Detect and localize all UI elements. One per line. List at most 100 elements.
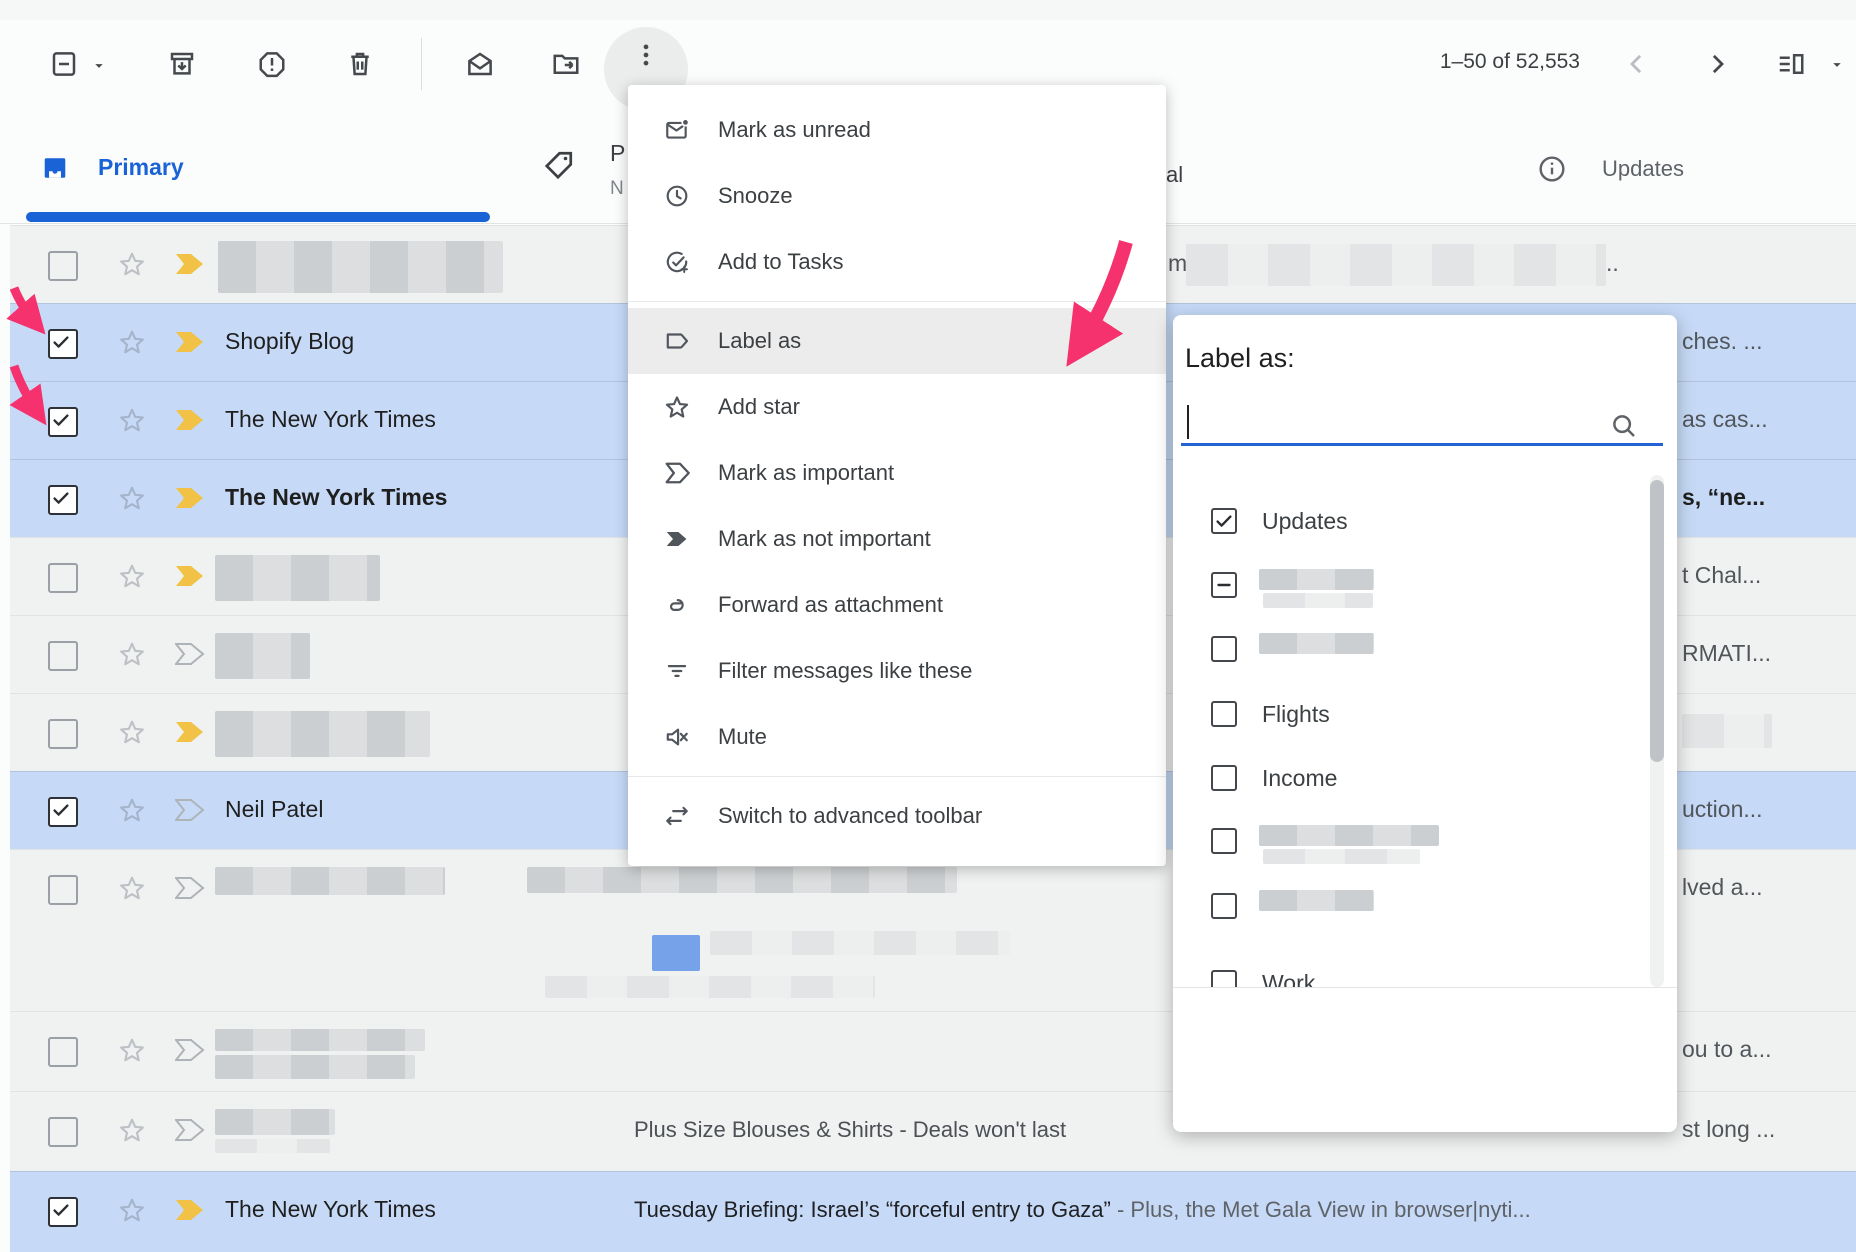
label-option-income[interactable]: Income bbox=[1173, 752, 1677, 804]
row-checkbox[interactable] bbox=[48, 1037, 78, 1067]
tab-promotions-subtext-fragment: N bbox=[610, 178, 624, 200]
importance-marker-icon[interactable] bbox=[175, 1199, 205, 1221]
row-checkbox[interactable] bbox=[48, 1197, 78, 1227]
menu-item-mark-as-unread[interactable]: Mark as unread bbox=[628, 97, 1166, 163]
delete-button[interactable] bbox=[345, 49, 375, 79]
label-option-blurred-1[interactable] bbox=[1173, 559, 1677, 611]
star-icon[interactable] bbox=[118, 640, 146, 668]
importance-marker-icon[interactable] bbox=[175, 799, 205, 821]
tab-updates[interactable]: Updates bbox=[1602, 156, 1684, 182]
importance-marker-icon[interactable] bbox=[175, 565, 205, 587]
blurred-text bbox=[215, 1029, 425, 1051]
star-icon[interactable] bbox=[118, 328, 146, 356]
blurred-image-thumb bbox=[652, 935, 700, 971]
label-list-scrollbar-thumb[interactable] bbox=[1650, 480, 1664, 762]
row-checkbox[interactable] bbox=[48, 641, 78, 671]
importance-marker-icon[interactable] bbox=[175, 721, 205, 743]
row-checkbox[interactable] bbox=[48, 251, 78, 281]
star-icon[interactable] bbox=[118, 1036, 146, 1064]
row-checkbox[interactable] bbox=[48, 797, 78, 827]
star-icon[interactable] bbox=[118, 1196, 146, 1224]
label-option-flights[interactable]: Flights bbox=[1173, 688, 1677, 740]
select-all-checkbox[interactable] bbox=[49, 49, 79, 79]
label-checkbox-checked[interactable] bbox=[1211, 508, 1237, 534]
subject-fragment: .. bbox=[1606, 250, 1619, 277]
row-checkbox[interactable] bbox=[48, 329, 78, 359]
menu-item-mark-as-not-important[interactable]: Mark as not important bbox=[628, 506, 1166, 572]
blurred-text bbox=[527, 867, 957, 893]
menu-item-filter-messages-like-these[interactable]: Filter messages like these bbox=[628, 638, 1166, 704]
row-checkbox[interactable] bbox=[48, 563, 78, 593]
pagination-count: 1–50 of 52,553 bbox=[1330, 50, 1580, 74]
menu-item-label-as[interactable]: Label as bbox=[628, 308, 1166, 374]
importance-marker-icon[interactable] bbox=[175, 331, 205, 353]
importance-marker-icon[interactable] bbox=[175, 877, 205, 899]
menu-item-mark-as-important[interactable]: Mark as important bbox=[628, 440, 1166, 506]
star-icon[interactable] bbox=[118, 874, 146, 902]
menu-item-mute[interactable]: Mute bbox=[628, 704, 1166, 770]
row-checkbox[interactable] bbox=[48, 1117, 78, 1147]
more-options-button[interactable] bbox=[631, 40, 661, 70]
switch-toolbar-icon bbox=[664, 803, 690, 829]
move-to-button[interactable] bbox=[551, 49, 581, 79]
star-icon[interactable] bbox=[118, 796, 146, 824]
label-checkbox-indeterminate[interactable] bbox=[1211, 572, 1237, 598]
label-checkbox-unchecked[interactable] bbox=[1211, 636, 1237, 662]
row-checkbox[interactable] bbox=[48, 719, 78, 749]
subject-fragment: RMATI... bbox=[1682, 640, 1771, 667]
menu-item-label: Mark as important bbox=[718, 460, 894, 486]
older-page-button[interactable] bbox=[1702, 49, 1732, 79]
blurred-text bbox=[215, 867, 445, 895]
menu-item-forward-as-attachment[interactable]: Forward as attachment bbox=[628, 572, 1166, 638]
label-option-blurred-5[interactable] bbox=[1173, 815, 1677, 867]
importance-marker-icon[interactable] bbox=[175, 1039, 205, 1061]
star-icon[interactable] bbox=[118, 484, 146, 512]
row-checkbox[interactable] bbox=[48, 485, 78, 515]
star-icon[interactable] bbox=[118, 1116, 146, 1144]
star-icon[interactable] bbox=[118, 562, 146, 590]
add-to-tasks-icon bbox=[664, 249, 690, 275]
label-checkbox-unchecked[interactable] bbox=[1211, 765, 1237, 791]
newer-page-button[interactable] bbox=[1622, 49, 1652, 79]
report-spam-button[interactable] bbox=[257, 49, 287, 79]
label-checkbox-unchecked[interactable] bbox=[1211, 701, 1237, 727]
menu-item-add-star[interactable]: Add star bbox=[628, 374, 1166, 440]
row-checkbox[interactable] bbox=[48, 407, 78, 437]
search-input[interactable] bbox=[1181, 443, 1663, 446]
select-caret-icon[interactable] bbox=[90, 57, 108, 75]
label-option-blurred-2[interactable] bbox=[1173, 623, 1677, 675]
menu-item-label: Filter messages like these bbox=[718, 658, 972, 684]
archive-button[interactable] bbox=[167, 49, 197, 79]
tab-social-fragment[interactable]: al bbox=[1166, 162, 1183, 188]
tab-promotions-fragment[interactable]: P bbox=[610, 140, 625, 167]
menu-item-switch-to-advanced-toolbar[interactable]: Switch to advanced toolbar bbox=[628, 783, 1166, 849]
tab-primary[interactable]: Primary bbox=[98, 154, 184, 181]
importance-marker-icon[interactable] bbox=[175, 643, 205, 665]
star-icon[interactable] bbox=[118, 406, 146, 434]
row-checkbox[interactable] bbox=[48, 875, 78, 905]
label-checkbox-unchecked[interactable] bbox=[1211, 970, 1237, 987]
promotions-tag-icon[interactable] bbox=[540, 148, 576, 184]
pane-caret-icon[interactable] bbox=[1828, 56, 1846, 74]
updates-info-icon[interactable] bbox=[1536, 153, 1568, 185]
blurred-text bbox=[215, 633, 310, 679]
label-option-updates[interactable]: Updates bbox=[1173, 495, 1677, 547]
importance-marker-icon[interactable] bbox=[175, 253, 205, 275]
split-pane-button[interactable] bbox=[1776, 49, 1806, 79]
star-icon[interactable] bbox=[118, 250, 146, 278]
importance-marker-icon[interactable] bbox=[175, 487, 205, 509]
menu-item-snooze[interactable]: Snooze bbox=[628, 163, 1166, 229]
menu-item-add-to-tasks[interactable]: Add to Tasks bbox=[628, 229, 1166, 295]
menu-item-label: Add star bbox=[718, 394, 800, 420]
table-row[interactable]: The New York TimesTuesday Briefing: Isra… bbox=[10, 1171, 1856, 1252]
label-option-work[interactable]: Work bbox=[1173, 957, 1677, 987]
label-checkbox-unchecked[interactable] bbox=[1211, 893, 1237, 919]
star-icon[interactable] bbox=[118, 718, 146, 746]
mark-as-read-button[interactable] bbox=[465, 49, 495, 79]
importance-marker-icon[interactable] bbox=[175, 1119, 205, 1141]
label-checkbox-unchecked[interactable] bbox=[1211, 828, 1237, 854]
label-option-blurred-6[interactable] bbox=[1173, 880, 1677, 932]
mark-unread-icon bbox=[664, 117, 690, 143]
importance-marker-icon[interactable] bbox=[175, 409, 205, 431]
search-icon bbox=[1609, 411, 1639, 441]
